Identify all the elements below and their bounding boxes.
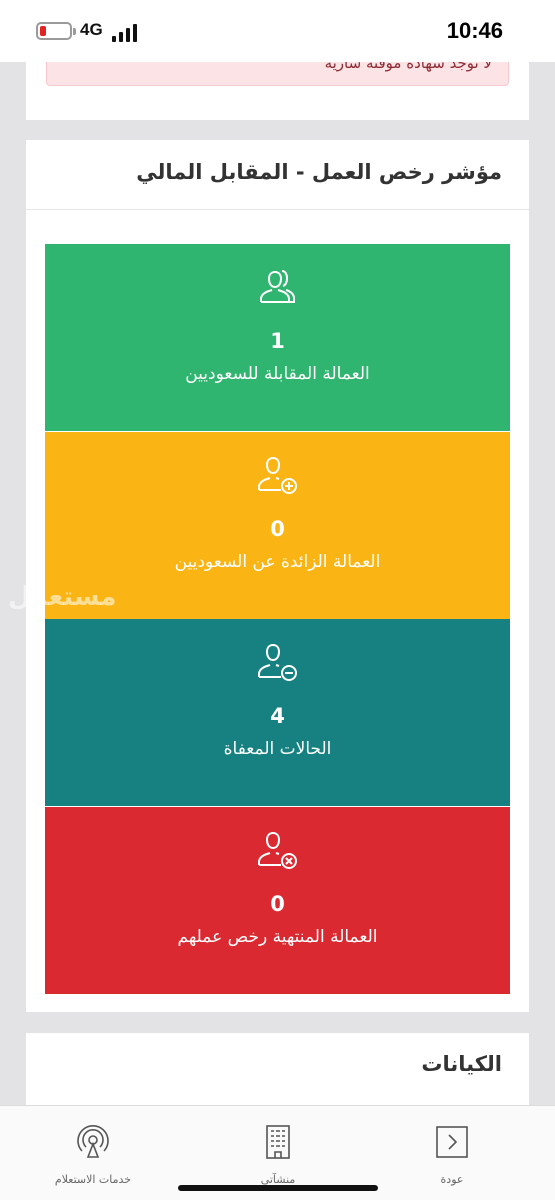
nav-inquiry-services[interactable]: خدمات الاستعلام [23, 1106, 163, 1200]
tile-saudi-matched-workers[interactable]: 1 العمالة المقابلة للسعوديين [45, 244, 510, 431]
user-plus-icon [257, 456, 297, 494]
work-permit-indicator-card: مؤشر رخص العمل - المقابل المالي 1 العمال… [26, 140, 529, 1012]
nav-label: عودة [440, 1173, 464, 1186]
network-type: 4G [80, 20, 103, 39]
watermark: مستعمل [8, 582, 117, 612]
tile-label: العمالة الزائدة عن السعوديين [174, 552, 381, 572]
alert-banner: لا توجد شهادة مؤقتة سارية [46, 62, 509, 86]
tile-count: 4 [270, 704, 285, 728]
tile-label: الحالات المعفاة [223, 739, 332, 759]
user-x-icon [257, 831, 297, 869]
tile-exempt-cases[interactable]: 4 الحالات المعفاة [45, 619, 510, 806]
user-minus-icon [257, 643, 297, 681]
tile-count: 1 [270, 329, 285, 353]
chevron-right-icon [436, 1126, 468, 1158]
broadcast-icon [77, 1125, 109, 1158]
tile-label: العمالة المقابلة للسعوديين [185, 364, 370, 384]
entities-title: الكيانات [421, 1052, 502, 1076]
clock: 10:46 [446, 18, 503, 43]
status-bar: 4G 10:46 [0, 0, 555, 62]
building-icon [266, 1125, 290, 1159]
card-header: مؤشر رخص العمل - المقابل المالي [26, 140, 529, 210]
users-icon [259, 270, 295, 303]
entities-card: الكيانات [26, 1033, 529, 1113]
signal-icon [112, 22, 138, 42]
certificate-card: لا توجد شهادة مؤقتة سارية [26, 62, 529, 120]
alert-text: لا توجد شهادة مؤقتة سارية [324, 62, 492, 72]
card-title: مؤشر رخص العمل - المقابل المالي [136, 160, 502, 184]
nav-label: خدمات الاستعلام [54, 1173, 132, 1186]
tile-count: 0 [270, 517, 285, 541]
battery-icon [36, 22, 76, 40]
tile-label: العمالة المنتهية رخص عملهم [177, 927, 378, 947]
nav-back[interactable]: عودة [382, 1106, 522, 1200]
tile-expired-permits[interactable]: 0 العمالة المنتهية رخص عملهم [45, 807, 510, 994]
tile-count: 0 [270, 892, 285, 916]
home-indicator [178, 1185, 378, 1191]
